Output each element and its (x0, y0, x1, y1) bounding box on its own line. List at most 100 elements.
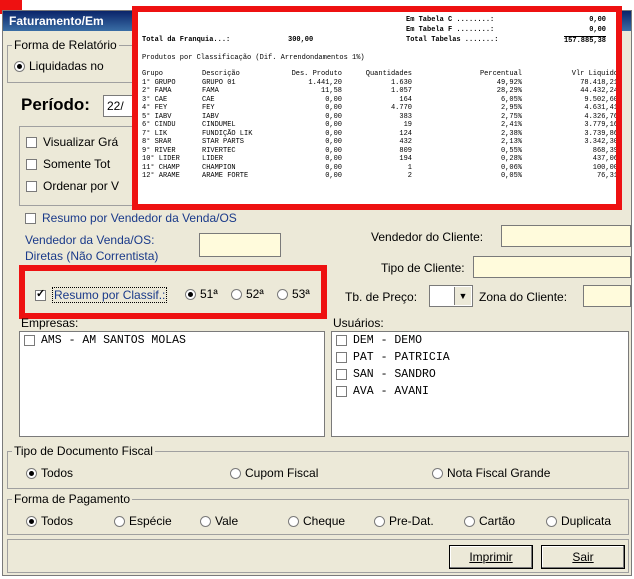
resumo-vendedor-checkbox[interactable]: Resumo por Vendedor da Venda/OS (25, 211, 237, 225)
total-tabelas-value: 157.885,38 (563, 36, 606, 45)
header-vlr-liquido: Vlr Liquido (571, 70, 618, 78)
report-cell: 1.630 (390, 78, 412, 87)
report-cell: 164 (399, 95, 412, 104)
list-item[interactable]: AMS - AM SANTOS MOLAS (20, 332, 324, 349)
report-cell: FEY (202, 104, 215, 112)
vendedor-cliente-input[interactable] (501, 225, 631, 247)
radio-icon (432, 467, 443, 479)
ordenar-checkbox[interactable]: Ordenar por V (26, 179, 119, 193)
list-item[interactable]: AVA - AVANI (332, 383, 628, 400)
total-franquia-value: 300,00 (288, 36, 314, 44)
report-section-title: Produtos por Classificação (Dif. Arrendo… (142, 54, 365, 62)
radio-icon (26, 467, 37, 479)
list-item-label: AVA - AVANI (353, 385, 429, 398)
report-cell: 76,31 (596, 172, 618, 180)
checkbox-icon (336, 352, 347, 363)
tipo-cliente-input[interactable] (473, 256, 631, 278)
report-row: 11° CHAMP CHAMPION 0,00 1 0,06% 100,00 (142, 163, 616, 173)
list-item[interactable]: PAT - PATRICIA (332, 349, 628, 366)
somente-checkbox[interactable]: Somente Tot (26, 157, 110, 171)
report-cell: 0,00 (325, 138, 342, 146)
report-cell: 28,29% (496, 87, 522, 95)
usuarios-list[interactable]: DEM - DEMO PAT - PATRICIA SAN - SANDRO AVA … (331, 331, 629, 437)
report-cell: FAMA (202, 87, 219, 95)
forma-relatorio-label: Forma de Relatório (12, 38, 119, 52)
report-row: 3° CAE CAE 0,00 164 6,05% 9.502,60 (142, 95, 616, 105)
pag-todos-radio[interactable]: Todos (26, 514, 73, 528)
report-cell: 0,00 (325, 146, 342, 155)
report-cell: 868,39 (592, 146, 618, 155)
report-cell: 11° CHAMP (142, 163, 180, 172)
doc-nota-radio[interactable]: Nota Fiscal Grande (432, 466, 550, 480)
doc-cupom-radio[interactable]: Cupom Fiscal (230, 466, 318, 480)
liquidadas-radio[interactable]: Liquidadas no (14, 59, 104, 73)
report-cell: 3.739,86 (584, 129, 618, 138)
pag-cartao-radio[interactable]: Cartão (464, 514, 515, 528)
report-row: 10° LIDER LIDER 0,00 194 0,28% 437,06 (142, 155, 618, 164)
total-tabelas-label: Total Tabelas .......: (406, 36, 499, 44)
report-cell: 10° LIDER (142, 155, 180, 163)
tb-preco-select[interactable]: ▼ (429, 285, 473, 307)
list-item-label: SAN - SANDRO (353, 368, 436, 381)
tipo-documento-label: Tipo de Documento Fiscal (12, 444, 155, 458)
list-item[interactable]: SAN - SANDRO (332, 366, 628, 383)
pag-option-label: Pre-Dat. (389, 514, 434, 528)
pag-especie-radio[interactable]: Espécie (114, 514, 172, 528)
visualizar-checkbox[interactable]: Visualizar Grá (26, 135, 118, 149)
report-cell: 2 (407, 172, 412, 180)
diretas-label: Diretas (Não Correntista) (25, 249, 159, 263)
radio-icon (26, 515, 37, 527)
vendedor-cliente-label: Vendedor do Cliente: (371, 230, 484, 244)
pag-predat-radio[interactable]: Pre-Dat. (374, 514, 434, 528)
radio-icon (200, 515, 211, 527)
checkbox-icon (336, 369, 347, 380)
report-row: 9° RIVER RIVERTEC 0,00 809 0,55% 868,39 (142, 146, 618, 156)
report-cell: 1° GRUPO (142, 78, 176, 87)
report-cell: LIDER (202, 155, 224, 163)
pag-option-label: Cheque (303, 514, 346, 528)
tipo-cliente-label: Tipo de Cliente: (381, 261, 465, 275)
report-table: Grupo Descrição Des. Produto Quantidades… (142, 70, 618, 181)
report-cell: 2,38% (500, 129, 522, 138)
report-row: 1° GRUPO GRUPO 01 1.441,20 1.630 49,92% 78.41… (142, 78, 616, 88)
list-item-label: DEM - DEMO (353, 334, 423, 347)
report-cell: 194 (399, 155, 412, 163)
report-cell: IABV (202, 112, 219, 121)
radio-icon (14, 60, 25, 72)
list-item[interactable]: DEM - DEMO (332, 332, 628, 349)
pag-vale-radio[interactable]: Vale (200, 514, 238, 528)
report-cell: 19 (403, 121, 412, 129)
report-cell: 432 (399, 138, 412, 146)
imprimir-button[interactable]: Imprimir (449, 545, 533, 569)
report-cell: RIVERTEC (202, 146, 236, 155)
report-cell: 1.441,20 (308, 78, 342, 87)
doc-option-label: Nota Fiscal Grande (447, 466, 551, 480)
chevron-down-icon[interactable]: ▼ (454, 287, 471, 305)
report-cell: 49,92% (496, 78, 522, 87)
report-cell: 0,00 (325, 95, 342, 104)
tipo-documento-group: Tipo de Documento Fiscal Todos Cupom Fis… (7, 444, 629, 489)
vendedor-venda-label: Vendedor da Venda/OS: (25, 233, 155, 247)
report-cell: 437,06 (592, 155, 618, 163)
sair-button[interactable]: Sair (541, 545, 625, 569)
empresas-label: Empresas: (21, 316, 79, 330)
tb-preco-label: Tb. de Preço: (345, 290, 418, 304)
vendedor-venda-input[interactable] (199, 233, 281, 257)
report-cell: 0,00 (325, 172, 342, 180)
zona-cliente-input[interactable] (583, 285, 631, 307)
highlight-box (19, 265, 327, 319)
pag-cheque-radio[interactable]: Cheque (288, 514, 345, 528)
empresas-list[interactable]: AMS - AM SANTOS MOLAS (19, 331, 325, 437)
report-cell: 0,00 (325, 112, 342, 121)
pag-duplicata-radio[interactable]: Duplicata (546, 514, 611, 528)
report-cell: 0,28% (500, 155, 522, 163)
report-cell: 5° IABV (142, 112, 172, 121)
em-tabela-c-label: Em Tabela C ........: (406, 16, 495, 24)
doc-todos-radio[interactable]: Todos (26, 466, 73, 480)
report-row: 4° FEY FEY 0,00 4.770 2,95% 4.631,41 (142, 104, 616, 113)
report-cell: 0,06% (500, 163, 522, 172)
pag-option-label: Espécie (129, 514, 172, 528)
report-cell: CHAMPION (202, 163, 236, 172)
pag-option-label: Vale (215, 514, 239, 528)
button-bar (7, 539, 629, 573)
